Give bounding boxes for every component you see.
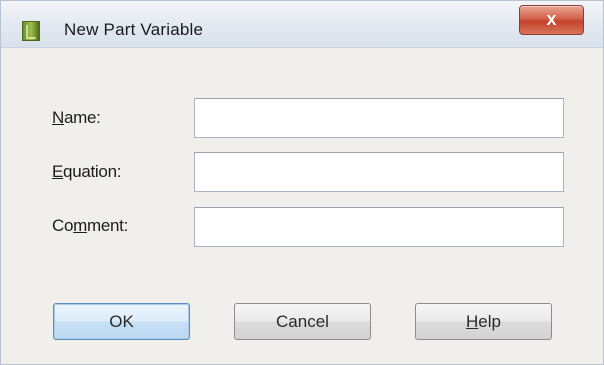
comment-label-mnemonic: m — [73, 216, 88, 235]
title-bar[interactable]: New Part Variable x — [1, 1, 603, 48]
comment-label-prefix: Co — [52, 216, 74, 235]
comment-input[interactable] — [194, 207, 564, 247]
name-input[interactable] — [194, 98, 564, 138]
cancel-button[interactable]: Cancel — [234, 303, 371, 340]
help-button[interactable]: Help — [415, 303, 552, 340]
close-icon: x — [546, 9, 557, 29]
equation-label-rest: quation: — [63, 162, 122, 181]
equation-label-mnemonic: E — [52, 162, 64, 181]
comment-label: Comment: — [52, 216, 128, 236]
dialog-window: New Part Variable x Name: Equation: Comm… — [0, 0, 604, 365]
close-button[interactable]: x — [519, 5, 584, 35]
ok-button[interactable]: OK — [53, 303, 190, 340]
help-button-rest: elp — [478, 312, 501, 331]
name-label-mnemonic: N — [52, 108, 64, 127]
app-icon — [22, 21, 40, 41]
equation-input[interactable] — [194, 152, 564, 192]
cancel-button-label: Cancel — [276, 312, 329, 331]
name-label-rest: ame: — [63, 108, 101, 127]
help-button-mnemonic: H — [466, 312, 479, 331]
comment-label-rest: ment: — [87, 216, 129, 235]
ok-button-label: OK — [109, 312, 134, 331]
equation-label: Equation: — [52, 162, 121, 182]
window-title: New Part Variable — [64, 20, 204, 39]
name-label: Name: — [52, 108, 101, 128]
